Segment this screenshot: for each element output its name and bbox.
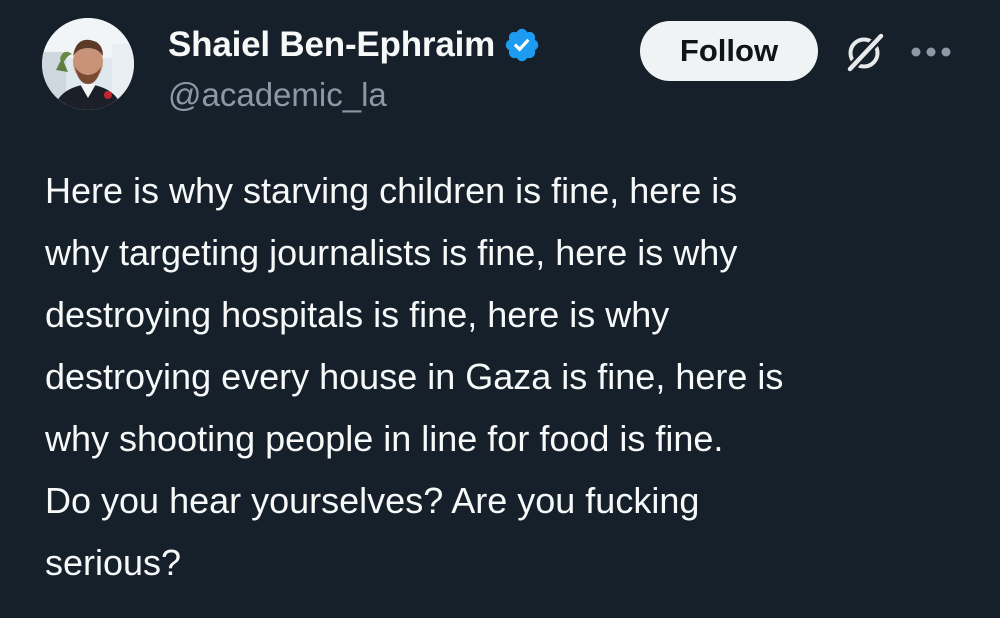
author-name-row: Shaiel Ben-Ephraim: [168, 22, 541, 68]
tweet-text-line: destroying hospitals is fine, here is wh…: [45, 294, 670, 335]
tweet-text-line: serious?: [45, 542, 182, 583]
profile-photo-icon: [42, 18, 134, 110]
follow-button[interactable]: Follow: [640, 21, 818, 81]
avatar[interactable]: [42, 18, 134, 110]
verified-badge-icon: [503, 26, 541, 64]
more-options-icon[interactable]: [908, 37, 954, 67]
tweet-text-line: why targeting journalists is fine, here …: [45, 232, 738, 273]
grok-icon[interactable]: [843, 30, 887, 75]
tweet-text-line: Here is why starving children is fine, h…: [45, 170, 738, 211]
author-handle[interactable]: @academic_la: [168, 76, 387, 114]
tweet-text-line: Do you hear yourselves? Are you fucking: [45, 480, 700, 521]
tweet-card: Shaiel Ben-Ephraim @academic_la Follow H…: [0, 0, 1000, 618]
tweet-text-line: why shooting people in line for food is …: [45, 418, 724, 459]
author-display-name[interactable]: Shaiel Ben-Ephraim: [168, 25, 495, 65]
tweet-text: Here is why starving children is fine, h…: [45, 160, 965, 594]
tweet-text-line: destroying every house in Gaza is fine, …: [45, 356, 784, 397]
